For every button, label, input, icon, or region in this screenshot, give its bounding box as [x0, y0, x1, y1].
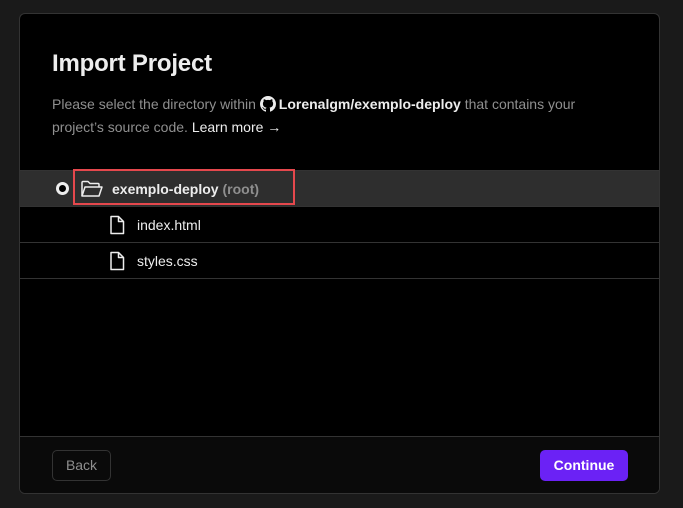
tree-row-file: index.html — [20, 206, 659, 242]
repo-link[interactable]: Lorenalgm/exemplo-deploy — [259, 96, 461, 112]
import-project-modal: Import Project Please select the directo… — [19, 13, 660, 494]
directory-tree: exemplo-deploy (root) index.html styles.… — [20, 169, 659, 279]
folder-name-text: exemplo-deploy — [112, 181, 219, 197]
file-name: styles.css — [137, 253, 198, 269]
tree-row-file: styles.css — [20, 242, 659, 279]
file-name: index.html — [137, 217, 201, 233]
continue-button[interactable]: Continue — [540, 450, 628, 481]
repo-name: Lorenalgm/exemplo-deploy — [278, 96, 461, 112]
modal-footer: Back Continue — [20, 436, 659, 493]
file-icon — [110, 251, 125, 271]
folder-name: exemplo-deploy (root) — [112, 180, 259, 198]
description-prefix: Please select the directory within — [52, 96, 256, 112]
back-button[interactable]: Back — [52, 450, 111, 481]
learn-more-link[interactable]: Learn more → — [192, 119, 281, 135]
description: Please select the directory within Loren… — [52, 93, 622, 139]
page-title: Import Project — [52, 50, 212, 77]
github-icon — [259, 96, 276, 112]
tree-row-root[interactable]: exemplo-deploy (root) — [20, 169, 659, 206]
file-icon — [110, 215, 125, 235]
radio-selected-icon[interactable] — [56, 182, 69, 195]
folder-open-icon — [81, 180, 103, 197]
root-tag: (root) — [222, 181, 260, 197]
